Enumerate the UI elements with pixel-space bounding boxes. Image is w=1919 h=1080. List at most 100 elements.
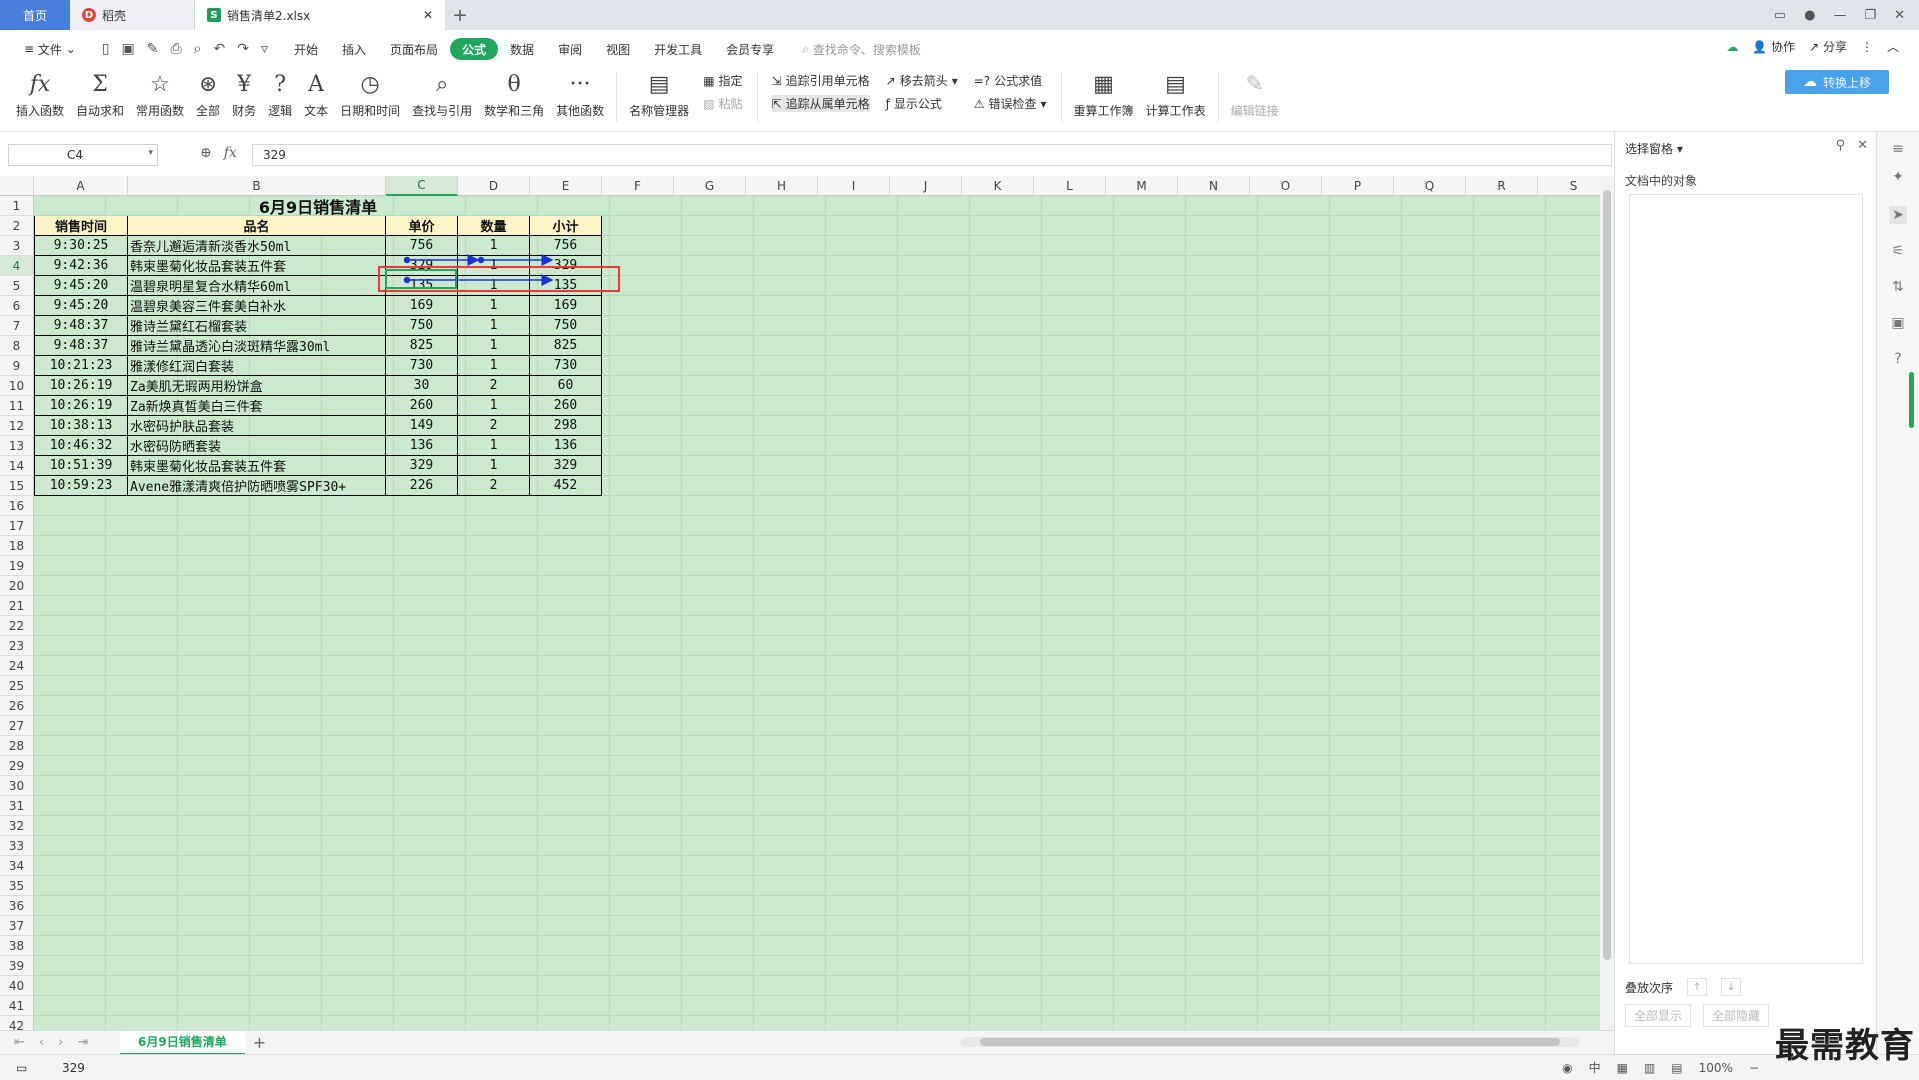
new-icon[interactable]: ▯ — [102, 41, 110, 57]
tab-daoke[interactable]: D 稻壳 — [70, 0, 195, 30]
logic-button[interactable]: ? 逻辑 — [262, 68, 298, 124]
remove-arrows-button[interactable]: ↗ 移去箭头 ▾ — [886, 72, 958, 89]
table-cell[interactable]: 2 — [458, 376, 530, 396]
tab-home[interactable]: 首页 — [0, 0, 70, 30]
table-cell[interactable]: 水密码防晒套装 — [128, 436, 386, 456]
normal-view-icon[interactable]: ▦ — [1617, 1061, 1628, 1075]
row-header[interactable]: 24 — [0, 656, 34, 676]
table-cell[interactable]: 9:48:37 — [34, 316, 128, 336]
row-header[interactable]: 27 — [0, 716, 34, 736]
zoom-out-icon[interactable]: − — [1749, 1061, 1759, 1075]
table-cell[interactable]: 825 — [386, 336, 458, 356]
column-header-O[interactable]: O — [1250, 176, 1322, 196]
sheet-tab[interactable]: 6月9日销售清单 — [120, 1030, 245, 1055]
column-header-F[interactable]: F — [602, 176, 674, 196]
trace-precedents-button[interactable]: ⇲ 追踪引用单元格 — [772, 72, 870, 89]
redo-icon[interactable]: ↷ — [237, 41, 249, 57]
row-header[interactable]: 25 — [0, 676, 34, 696]
row-header[interactable]: 37 — [0, 916, 34, 936]
vertical-scroll-thumb[interactable] — [1603, 190, 1611, 960]
table-header-cell[interactable]: 小计 — [530, 216, 602, 236]
row-header[interactable]: 29 — [0, 756, 34, 776]
row-header[interactable]: 41 — [0, 996, 34, 1016]
table-cell[interactable]: 169 — [530, 296, 602, 316]
sort-icon[interactable]: ⇅ — [1889, 278, 1907, 296]
table-cell[interactable]: 756 — [386, 236, 458, 256]
table-cell[interactable]: 9:30:25 — [34, 236, 128, 256]
row-header[interactable]: 12 — [0, 416, 34, 436]
spreadsheet-grid[interactable]: A B C D E F G H I J K L M N O P Q R S 1 2 3 4 5 6 7 8 9 10 11 12 13 14 15… — [0, 176, 1600, 1030]
table-header-cell[interactable]: 单价 — [386, 216, 458, 236]
hide-all-button[interactable]: 全部隐藏 — [1703, 1004, 1770, 1027]
row-header[interactable]: 10 — [0, 376, 34, 396]
row-header[interactable]: 11 — [0, 396, 34, 416]
command-search[interactable]: ⌕ 查找命令、搜索模板 — [802, 41, 921, 58]
row-header[interactable]: 18 — [0, 536, 34, 556]
error-check-button[interactable]: ⚠ 错误检查 ▾ — [974, 95, 1047, 112]
column-header-D[interactable]: D — [458, 176, 530, 196]
table-cell[interactable]: 329 — [386, 456, 458, 476]
insert-function-button[interactable]: fx 插入函数 — [10, 68, 70, 124]
finance-button[interactable]: ¥ 财务 — [226, 68, 262, 124]
table-cell[interactable]: 260 — [386, 396, 458, 416]
minimize-icon[interactable]: — — [1833, 8, 1846, 23]
table-cell[interactable]: 10:59:23 — [34, 476, 128, 496]
row-header[interactable]: 22 — [0, 616, 34, 636]
row-header[interactable]: 28 — [0, 736, 34, 756]
table-cell[interactable]: 730 — [386, 356, 458, 376]
adjust-icon[interactable]: ⚟ — [1889, 242, 1907, 260]
table-cell[interactable]: 2 — [458, 476, 530, 496]
row-header[interactable]: 9 — [0, 356, 34, 376]
table-cell[interactable]: 226 — [386, 476, 458, 496]
table-cell[interactable]: 1 — [458, 296, 530, 316]
table-cell[interactable]: 温碧泉明星复合水精华60ml — [128, 276, 386, 296]
close-pane-icon[interactable]: ✕ — [1857, 138, 1868, 153]
table-cell[interactable]: 9:45:20 — [34, 276, 128, 296]
format-painter-icon[interactable]: ✎ — [147, 41, 159, 57]
row-header[interactable]: 5 — [0, 276, 34, 296]
row-header[interactable]: 33 — [0, 836, 34, 856]
cloud-sync-icon[interactable]: ☁ — [1726, 40, 1738, 54]
row-header[interactable]: 2 — [0, 216, 34, 236]
all-functions-button[interactable]: ⊛ 全部 — [190, 68, 226, 124]
table-cell[interactable]: 温碧泉美容三件套美白补水 — [128, 296, 386, 316]
row-header[interactable]: 13 — [0, 436, 34, 456]
eye-protection-icon[interactable]: ◉ — [1562, 1061, 1572, 1075]
table-cell[interactable]: 260 — [530, 396, 602, 416]
table-cell[interactable]: Za美肌无瑕两用粉饼盒 — [128, 376, 386, 396]
pin-icon[interactable]: ⚲ — [1836, 138, 1846, 153]
table-cell[interactable]: 雅诗兰黛红石榴套装 — [128, 316, 386, 336]
select-all-corner[interactable] — [0, 176, 34, 196]
column-header-A[interactable]: A — [34, 176, 128, 196]
sheet-title[interactable]: 6月9日销售清单 — [34, 196, 602, 216]
row-header[interactable]: 30 — [0, 776, 34, 796]
first-sheet-icon[interactable]: ⇤ — [14, 1035, 25, 1050]
table-cell[interactable]: 1 — [458, 336, 530, 356]
row-header[interactable]: 17 — [0, 516, 34, 536]
table-cell[interactable]: 9:45:20 — [34, 296, 128, 316]
close-window-icon[interactable]: ✕ — [1894, 8, 1905, 23]
table-cell[interactable]: 298 — [530, 416, 602, 436]
row-header[interactable]: 1 — [0, 196, 34, 216]
row-header[interactable]: 38 — [0, 936, 34, 956]
evaluate-formula-button[interactable]: =? 公式求值 — [974, 72, 1047, 89]
row-header[interactable]: 40 — [0, 976, 34, 996]
table-cell[interactable]: 1 — [458, 456, 530, 476]
row-header[interactable]: 15 — [0, 476, 34, 496]
table-cell[interactable]: 750 — [530, 316, 602, 336]
column-header-K[interactable]: K — [962, 176, 1034, 196]
save-icon[interactable]: ▣ — [121, 41, 134, 57]
last-sheet-icon[interactable]: ⇥ — [77, 1035, 88, 1050]
page-break-view-icon[interactable]: ▤ — [1671, 1061, 1682, 1075]
row-header[interactable]: 31 — [0, 796, 34, 816]
menu-insert[interactable]: 插入 — [330, 38, 378, 60]
lookup-button[interactable]: ⌕ 查找与引用 — [406, 68, 478, 124]
bring-forward-icon[interactable]: ↑ — [1687, 978, 1708, 996]
column-header-R[interactable]: R — [1466, 176, 1538, 196]
menu-data[interactable]: 数据 — [498, 38, 546, 60]
edit-links-button[interactable]: ✎ 编辑链接 — [1225, 68, 1285, 124]
style-icon[interactable]: ✦ — [1889, 168, 1907, 186]
table-cell[interactable]: 10:26:19 — [34, 396, 128, 416]
tab-file[interactable]: S 销售清单2.xlsx ✕ — [195, 0, 445, 30]
send-backward-icon[interactable]: ↓ — [1721, 978, 1742, 996]
